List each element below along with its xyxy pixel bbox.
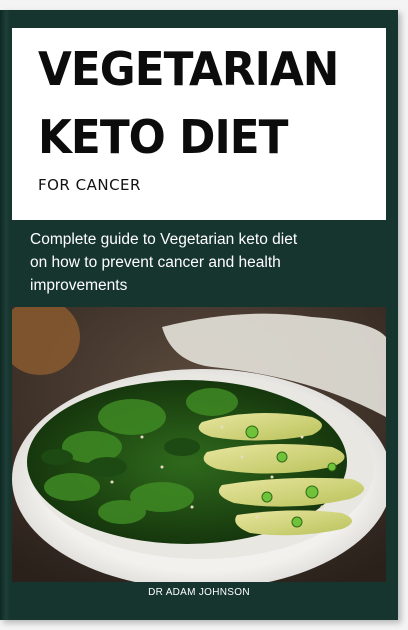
subtitle: FOR CANCER — [38, 176, 141, 194]
salad-bowl-illustration — [12, 307, 386, 582]
book-cover-background: VEGETARIAN KETO DIET FOR CANCER Complete… — [0, 0, 408, 630]
title-panel: VEGETARIAN KETO DIET FOR CANCER — [12, 28, 386, 220]
title-line-1: VEGETARIAN — [38, 42, 339, 96]
salad-photo — [12, 307, 386, 582]
blurb-line-2: on how to prevent cancer and health — [30, 254, 281, 271]
blurb-line-3: improvements — [30, 277, 128, 294]
blurb-line-1: Complete guide to Vegetarian keto diet — [30, 231, 298, 248]
author-bar: DR ADAM JOHNSON — [12, 582, 386, 606]
author-name: DR ADAM JOHNSON — [148, 587, 250, 598]
blurb: Complete guide to Vegetarian keto diet o… — [30, 228, 370, 297]
title-line-2: KETO DIET — [38, 110, 288, 164]
book-spine — [0, 10, 10, 620]
